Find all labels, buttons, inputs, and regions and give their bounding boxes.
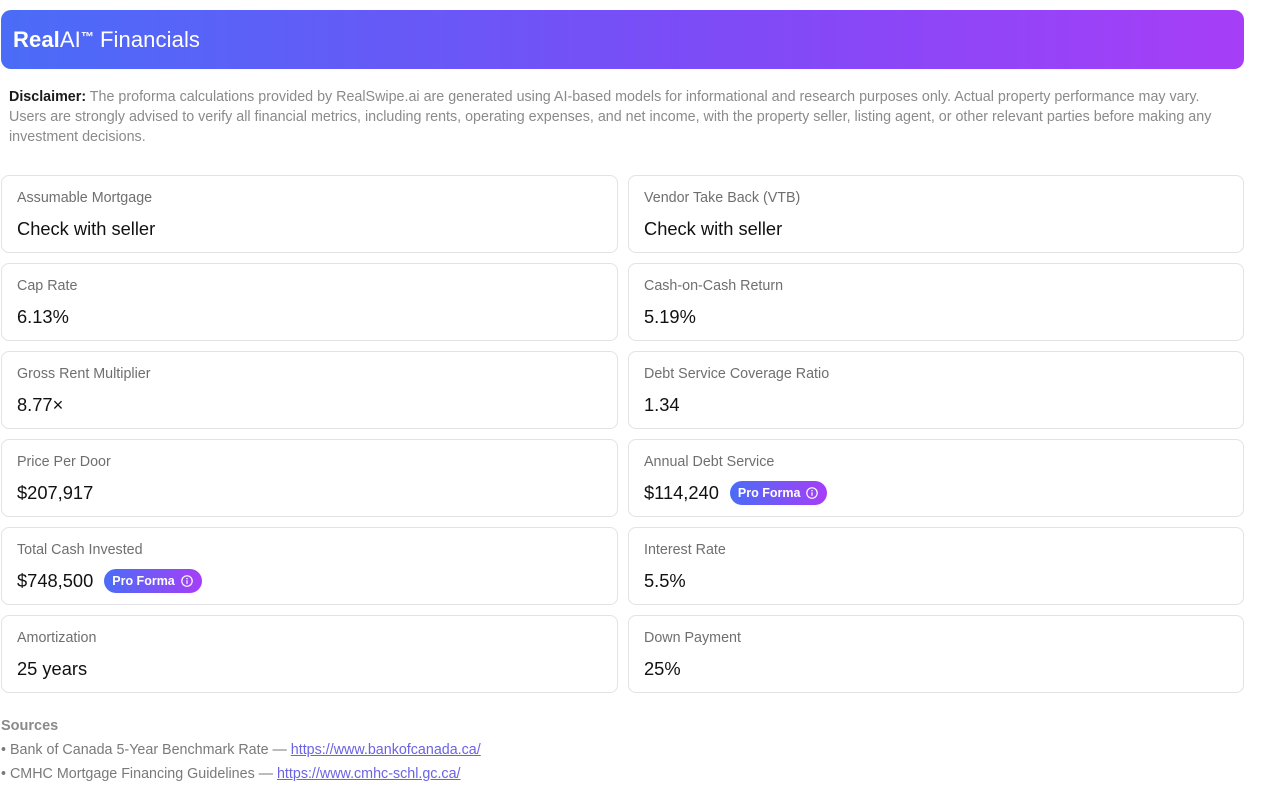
pro-forma-badge[interactable]: Pro Forma	[729, 481, 828, 505]
card-label: Vendor Take Back (VTB)	[644, 190, 801, 206]
card-value: $207,917	[17, 482, 94, 503]
card-value: 5.19%	[644, 306, 696, 327]
source-item-prefix: • CMHC Mortgage Financing Guidelines —	[1, 766, 277, 782]
card-label: Down Payment	[644, 630, 741, 646]
card-value: 6.13%	[17, 306, 69, 327]
card-label: Assumable Mortgage	[17, 190, 153, 206]
brand-title: RealAI™ Financials	[13, 27, 200, 53]
card-value: 8.77×	[17, 394, 64, 415]
card-label: Gross Rent Multiplier	[17, 366, 151, 382]
card-value: $114,240	[644, 482, 719, 503]
card-total-cash-invested: Total Cash Invested $748,500 Pro Forma	[1, 527, 618, 605]
pro-forma-badge-label: Pro Forma	[112, 574, 175, 588]
info-icon[interactable]	[806, 487, 819, 499]
brand-trademark: ™	[80, 28, 94, 44]
card-price-per-door: Price Per Door $207,917	[1, 439, 618, 517]
card-label: Interest Rate	[644, 542, 726, 558]
brand-bold: Real	[13, 26, 60, 52]
source-item: • CMHC Mortgage Financing Guidelines — h…	[1, 764, 1001, 784]
source-link-bank-of-canada[interactable]: https://www.bankofcanada.ca/	[291, 742, 481, 758]
card-vendor-take-back: Vendor Take Back (VTB) Check with seller	[628, 175, 1244, 253]
card-label: Debt Service Coverage Ratio	[644, 366, 830, 382]
card-cash-on-cash-return: Cash-on-Cash Return 5.19%	[628, 263, 1244, 341]
header-banner: RealAI™ Financials	[1, 10, 1244, 69]
card-value: 25 years	[17, 658, 88, 679]
source-link-cmhc[interactable]: https://www.cmhc-schl.gc.ca/	[277, 766, 461, 782]
card-debt-service-coverage-ratio: Debt Service Coverage Ratio 1.34	[628, 351, 1244, 429]
source-item: • Bank of Canada 5-Year Benchmark Rate —…	[1, 740, 1001, 760]
metrics-grid: Assumable Mortgage Check with seller Ven…	[1, 175, 1244, 693]
pro-forma-badge[interactable]: Pro Forma	[104, 569, 202, 593]
card-label: Cash-on-Cash Return	[644, 278, 784, 294]
card-gross-rent-multiplier: Gross Rent Multiplier 8.77×	[1, 351, 618, 429]
source-item-prefix: • Bank of Canada 5-Year Benchmark Rate —	[1, 742, 291, 758]
card-value: 25%	[644, 658, 681, 679]
card-value: Check with seller	[644, 218, 783, 239]
disclaimer: Disclaimer: The proforma calculations pr…	[9, 87, 1219, 147]
sources-section: Sources • Bank of Canada 5-Year Benchmar…	[1, 716, 1001, 784]
card-label: Amortization	[17, 630, 97, 646]
card-label: Annual Debt Service	[644, 454, 775, 470]
card-label: Cap Rate	[17, 278, 78, 294]
card-value: Check with seller	[17, 218, 156, 239]
financials-page: RealAI™ Financials Disclaimer: The profor…	[0, 0, 1280, 796]
sources-title: Sources	[1, 718, 59, 734]
card-label: Total Cash Invested	[17, 542, 143, 558]
card-interest-rate: Interest Rate 5.5%	[628, 527, 1244, 605]
card-down-payment: Down Payment 25%	[628, 615, 1244, 693]
card-value: 5.5%	[644, 570, 686, 591]
card-value: $748,500	[17, 570, 94, 591]
disclaimer-text: The proforma calculations provided by Re…	[9, 89, 1212, 145]
card-annual-debt-service: Annual Debt Service $114,240 Pro Forma	[628, 439, 1244, 517]
pro-forma-badge-label: Pro Forma	[737, 486, 801, 500]
card-cap-rate: Cap Rate 6.13%	[1, 263, 618, 341]
card-value: 1.34	[644, 394, 680, 415]
card-amortization: Amortization 25 years	[1, 615, 618, 693]
card-label: Price Per Door	[17, 454, 111, 470]
card-assumable-mortgage: Assumable Mortgage Check with seller	[1, 175, 618, 253]
brand-suffix: Financials	[99, 26, 201, 52]
brand-regular: AI	[59, 26, 81, 52]
disclaimer-lead: Disclaimer:	[9, 89, 87, 105]
info-icon[interactable]	[180, 575, 193, 587]
